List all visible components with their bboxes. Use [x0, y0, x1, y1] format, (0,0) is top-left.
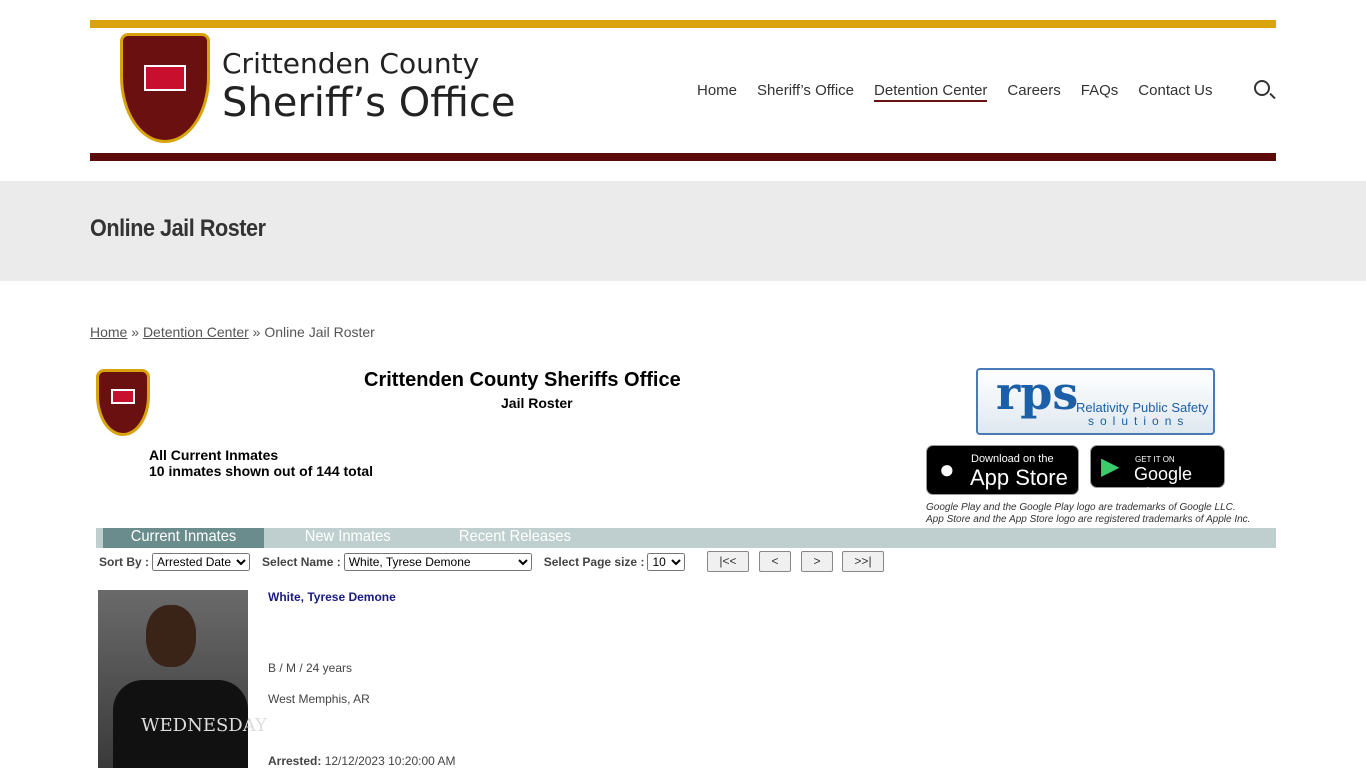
shirt-text: WEDNESDAY	[141, 715, 267, 736]
roster-tabs: Current Inmates New Inmates Recent Relea…	[96, 528, 1276, 548]
logo-line1[interactable]: Crittenden County	[222, 47, 479, 80]
rps-line2: solutions	[1088, 414, 1190, 428]
last-page-button[interactable]: >>|	[842, 551, 884, 572]
nav-detention-center[interactable]: Detention Center	[874, 82, 988, 102]
main-nav: Home Sheriff’s Office Detention Center C…	[697, 82, 1213, 102]
app-store-small: Download on the	[971, 453, 1054, 465]
breadcrumb-sep: »	[252, 324, 261, 340]
nav-contact-us[interactable]: Contact Us	[1138, 82, 1212, 102]
inmate-photo[interactable]: WEDNESDAY	[98, 590, 267, 768]
inmate-arrested: Arrested: 12/12/2023 10:20:00 AM	[268, 754, 455, 768]
rps-line1: Relativity Public Safety	[1076, 400, 1209, 415]
gold-bar	[90, 20, 1276, 28]
tab-new-inmates[interactable]: New Inmates	[277, 528, 418, 548]
nav-home[interactable]: Home	[697, 82, 737, 102]
breadcrumb: Home » Detention Center » Online Jail Ro…	[90, 324, 375, 340]
trademark-note: Google Play and the Google Play logo are…	[926, 502, 1250, 526]
nav-careers[interactable]: Careers	[1007, 82, 1060, 102]
arrested-date: 12/12/2023 10:20:00 AM	[324, 754, 456, 768]
rps-mark: rps	[996, 366, 1079, 420]
sheriff-badge-logo[interactable]	[120, 33, 210, 143]
nav-faqs[interactable]: FAQs	[1081, 82, 1119, 102]
logo-line2[interactable]: Sheriff’s Office	[222, 80, 516, 126]
prev-page-button[interactable]: <	[759, 551, 791, 572]
trademark-apple: App Store and the App Store logo are reg…	[926, 514, 1251, 525]
inmate-count: All Current Inmates 10 inmates shown out …	[149, 447, 373, 479]
app-store-button[interactable]: ● Download on the App Store	[926, 445, 1079, 495]
count-label: 10 inmates shown out of 144 total	[149, 463, 374, 479]
agency-title: Crittenden County Sheriffs Office	[364, 369, 681, 391]
nav-sheriffs-office[interactable]: Sheriff’s Office	[757, 82, 854, 102]
google-play-big: Google Play	[1134, 464, 1193, 505]
filter-label: All Current Inmates	[149, 447, 279, 463]
inmate-demographics: B / M / 24 years	[268, 661, 353, 675]
name-select[interactable]: White, Tyrese Demone	[343, 553, 532, 571]
roster-controls: Sort By : Arrested Date Select Name : Wh…	[99, 553, 697, 571]
arrested-label: Arrested:	[268, 754, 322, 768]
next-page-button[interactable]: >	[801, 551, 833, 572]
page-size-label: Select Page size :	[543, 555, 645, 569]
rps-logo[interactable]: rps Relativity Public Safety solutions	[976, 366, 1215, 435]
page-size-select[interactable]: 10	[647, 553, 686, 571]
name-label: Select Name :	[262, 555, 341, 569]
google-play-small: GET IT ON	[1135, 455, 1175, 464]
agency-badge	[96, 369, 150, 436]
page-title: Online Jail Roster	[90, 215, 266, 242]
first-page-button[interactable]: |<<	[707, 551, 749, 572]
page-banner: Online Jail Roster	[0, 181, 1366, 281]
breadcrumb-home[interactable]: Home	[90, 324, 127, 340]
tab-current-inmates[interactable]: Current Inmates	[103, 528, 264, 548]
app-store-big: App Store	[970, 465, 1068, 490]
search-icon[interactable]	[1254, 80, 1270, 96]
sort-label: Sort By :	[99, 555, 150, 569]
google-play-icon: ▶	[1101, 453, 1120, 480]
trademark-google: Google Play and the Google Play logo are…	[926, 502, 1236, 513]
google-play-button[interactable]: ▶ GET IT ON Google Play	[1090, 445, 1225, 505]
breadcrumb-current: Online Jail Roster	[264, 324, 375, 340]
inmate-city: West Memphis, AR	[268, 692, 370, 706]
sort-select[interactable]: Arrested Date	[152, 553, 251, 571]
apple-icon: ●	[939, 454, 955, 484]
inmate-name[interactable]: White, Tyrese Demone	[268, 590, 396, 604]
tab-recent-releases[interactable]: Recent Releases	[432, 528, 599, 548]
breadcrumb-detention[interactable]: Detention Center	[143, 324, 249, 340]
breadcrumb-sep: »	[131, 324, 140, 340]
maroon-bar	[90, 153, 1276, 161]
roster-subtitle: Jail Roster	[501, 395, 573, 411]
